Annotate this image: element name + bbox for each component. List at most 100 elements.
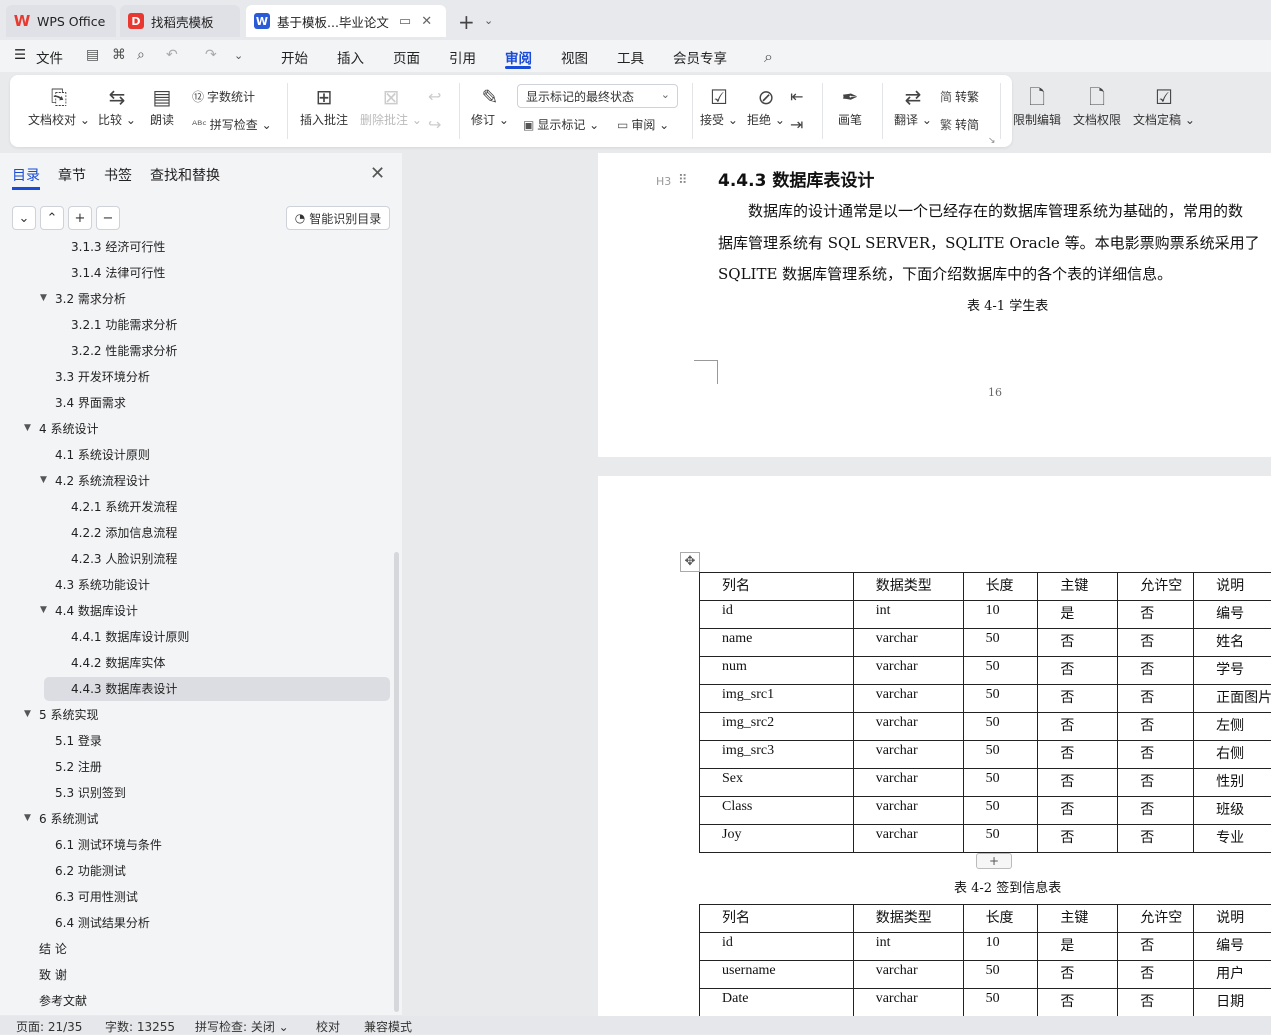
table-cell[interactable]: varchar bbox=[853, 713, 963, 741]
table-cell[interactable]: 正面图片 bbox=[1194, 685, 1271, 713]
menu-references[interactable]: 引用 bbox=[449, 47, 476, 67]
toc-item[interactable]: 3.4 界面需求 bbox=[55, 391, 126, 415]
sidebar-tab-toc[interactable]: 目录 bbox=[12, 165, 40, 185]
toc-item[interactable]: 5 系统实现 bbox=[39, 703, 98, 727]
page-indicator[interactable]: 页面: 21/35 bbox=[16, 1018, 82, 1035]
table-cell[interactable]: 10 bbox=[963, 933, 1038, 961]
add-row-button[interactable]: + bbox=[976, 853, 1012, 869]
toc-item[interactable]: 4.2.2 添加信息流程 bbox=[71, 521, 177, 545]
toc-item[interactable]: 3.1.4 法律可行性 bbox=[71, 261, 165, 285]
table-cell[interactable]: 否 bbox=[1118, 769, 1194, 797]
toc-item[interactable]: 3.1.3 经济可行性 bbox=[71, 237, 165, 259]
table-cell[interactable]: Joy bbox=[700, 825, 854, 853]
restrict-edit-button[interactable]: 🗋限制编辑 bbox=[1013, 83, 1061, 128]
table-cell[interactable]: varchar bbox=[853, 657, 963, 685]
table-cell[interactable]: 50 bbox=[963, 657, 1038, 685]
finalize-button[interactable]: ☑文档定稿 ⌄ bbox=[1133, 83, 1195, 128]
collapse-all-button[interactable]: − bbox=[96, 206, 120, 230]
toc-item[interactable]: 5.1 登录 bbox=[55, 729, 102, 753]
table-header-cell[interactable]: 数据类型 bbox=[853, 905, 963, 933]
menu-insert[interactable]: 插入 bbox=[337, 47, 364, 67]
word-count-indicator[interactable]: 字数: 13255 bbox=[105, 1018, 175, 1035]
table-cell[interactable]: img_src2 bbox=[700, 713, 854, 741]
table-header-cell[interactable]: 允许空 bbox=[1118, 573, 1194, 601]
table-cell[interactable]: varchar bbox=[853, 989, 963, 1017]
toc-item[interactable]: 6.1 测试环境与条件 bbox=[55, 833, 162, 857]
pen-button[interactable]: ✒画笔 bbox=[838, 83, 862, 128]
table-cell[interactable]: 编号 bbox=[1194, 601, 1271, 629]
student-table[interactable]: 列名 数据类型 长度 主键 允许空 说明 id int 10 是 否 编号 na… bbox=[699, 572, 1271, 853]
table-header-cell[interactable]: 说明 bbox=[1194, 573, 1271, 601]
expand-triangle-icon[interactable]: ▼ bbox=[40, 605, 47, 615]
table-cell[interactable]: Class bbox=[700, 797, 854, 825]
spell-check-status[interactable]: 拼写检查: 关闭 ⌄ bbox=[195, 1018, 289, 1035]
smart-toc-button[interactable]: ◔智能识别目录 bbox=[286, 206, 390, 230]
delete-comment-button[interactable]: ⊠删除批注 ⌄ bbox=[360, 83, 422, 128]
table-cell[interactable]: 姓名 bbox=[1194, 629, 1271, 657]
table-cell[interactable]: 性别 bbox=[1194, 769, 1271, 797]
next-change-button[interactable]: ⇥ bbox=[790, 111, 803, 139]
table-cell[interactable]: 否 bbox=[1118, 601, 1194, 629]
table-cell[interactable]: 否 bbox=[1038, 657, 1118, 685]
menu-page[interactable]: 页面 bbox=[393, 47, 420, 67]
table-cell[interactable]: 否 bbox=[1038, 989, 1118, 1017]
track-changes-button[interactable]: ✎修订 ⌄ bbox=[471, 83, 509, 128]
table-cell[interactable]: 否 bbox=[1038, 741, 1118, 769]
search-icon[interactable]: ⌕ bbox=[764, 47, 773, 67]
next-comment-button[interactable]: ↪ bbox=[428, 111, 441, 139]
toc-item[interactable]: 5.2 注册 bbox=[55, 755, 102, 779]
insert-comment-button[interactable]: ⊞插入批注 bbox=[300, 83, 348, 128]
close-icon[interactable]: ✕ bbox=[370, 163, 385, 184]
table-cell[interactable]: 否 bbox=[1118, 825, 1194, 853]
table-cell[interactable]: 班级 bbox=[1194, 797, 1271, 825]
table-cell[interactable]: 否 bbox=[1038, 769, 1118, 797]
word-count-button[interactable]: ⑫字数统计 bbox=[192, 88, 255, 105]
table-cell[interactable]: 否 bbox=[1118, 741, 1194, 769]
compare-button[interactable]: ⇆比较 ⌄ bbox=[98, 83, 136, 128]
toc-item[interactable]: 4.4.1 数据库设计原则 bbox=[71, 625, 189, 649]
reject-button[interactable]: ⊘拒绝 ⌄ bbox=[747, 83, 785, 128]
table-cell[interactable]: 50 bbox=[963, 961, 1038, 989]
sidebar-tab-bookmarks[interactable]: 书签 bbox=[104, 165, 132, 185]
table-cell[interactable]: 否 bbox=[1038, 825, 1118, 853]
table-header-cell[interactable]: 列名 bbox=[700, 905, 854, 933]
table-cell[interactable]: 否 bbox=[1118, 629, 1194, 657]
table-cell[interactable]: varchar bbox=[853, 825, 963, 853]
paragraph-line[interactable]: 数据库的设计通常是以一个已经存在的数据库管理系统为基础的，常用的数 bbox=[748, 200, 1243, 221]
menu-view[interactable]: 视图 bbox=[561, 47, 588, 67]
table-cell[interactable]: 否 bbox=[1118, 933, 1194, 961]
menu-member[interactable]: 会员专享 bbox=[673, 47, 727, 67]
drag-handle-icon[interactable]: ⠿ bbox=[678, 173, 688, 188]
ribbon-expand-icon[interactable]: ↘ bbox=[988, 136, 996, 146]
new-tab-icon[interactable]: + bbox=[458, 10, 475, 34]
sidebar-scrollbar[interactable] bbox=[394, 552, 399, 1012]
table-cell[interactable]: int bbox=[853, 933, 963, 961]
section-heading[interactable]: 4.4.3 数据库表设计 bbox=[718, 166, 874, 191]
table-header-cell[interactable]: 数据类型 bbox=[853, 573, 963, 601]
toc-item[interactable]: 3.2.2 性能需求分析 bbox=[71, 339, 177, 363]
table-cell[interactable]: name bbox=[700, 629, 854, 657]
table-cell[interactable]: 50 bbox=[963, 769, 1038, 797]
table-cell[interactable]: 50 bbox=[963, 797, 1038, 825]
table-cell[interactable]: varchar bbox=[853, 769, 963, 797]
toc-item[interactable]: 4.2.3 人脸识别流程 bbox=[71, 547, 177, 571]
table-cell[interactable]: 否 bbox=[1118, 685, 1194, 713]
tab-document[interactable]: W 基于模板...毕业论文 ▭ ✕ bbox=[246, 5, 446, 37]
table-cell[interactable]: img_src1 bbox=[700, 685, 854, 713]
paragraph-line[interactable]: SQLITE 数据库管理系统，下面介绍数据库中的各个表的详细信息。 bbox=[718, 263, 1172, 284]
accept-button[interactable]: ☑接受 ⌄ bbox=[700, 83, 738, 128]
prev-change-button[interactable]: ⇤ bbox=[790, 83, 803, 111]
expand-triangle-icon[interactable]: ▼ bbox=[40, 293, 47, 303]
sidebar-tab-find-replace[interactable]: 查找和替换 bbox=[150, 165, 220, 185]
table-cell[interactable]: 日期 bbox=[1194, 989, 1271, 1017]
table-cell[interactable]: 否 bbox=[1118, 989, 1194, 1017]
toc-item[interactable]: 6 系统测试 bbox=[39, 807, 98, 831]
table-cell[interactable]: num bbox=[700, 657, 854, 685]
toc-item[interactable]: 6.2 功能测试 bbox=[55, 859, 126, 883]
table-cell[interactable]: 否 bbox=[1038, 961, 1118, 989]
toc-item[interactable]: 6.3 可用性测试 bbox=[55, 885, 138, 909]
show-markup-button[interactable]: ▣显示标记 ⌄ bbox=[523, 116, 599, 133]
table-cell[interactable]: id bbox=[700, 933, 854, 961]
table-cell[interactable]: varchar bbox=[853, 685, 963, 713]
table-cell[interactable]: 否 bbox=[1118, 797, 1194, 825]
